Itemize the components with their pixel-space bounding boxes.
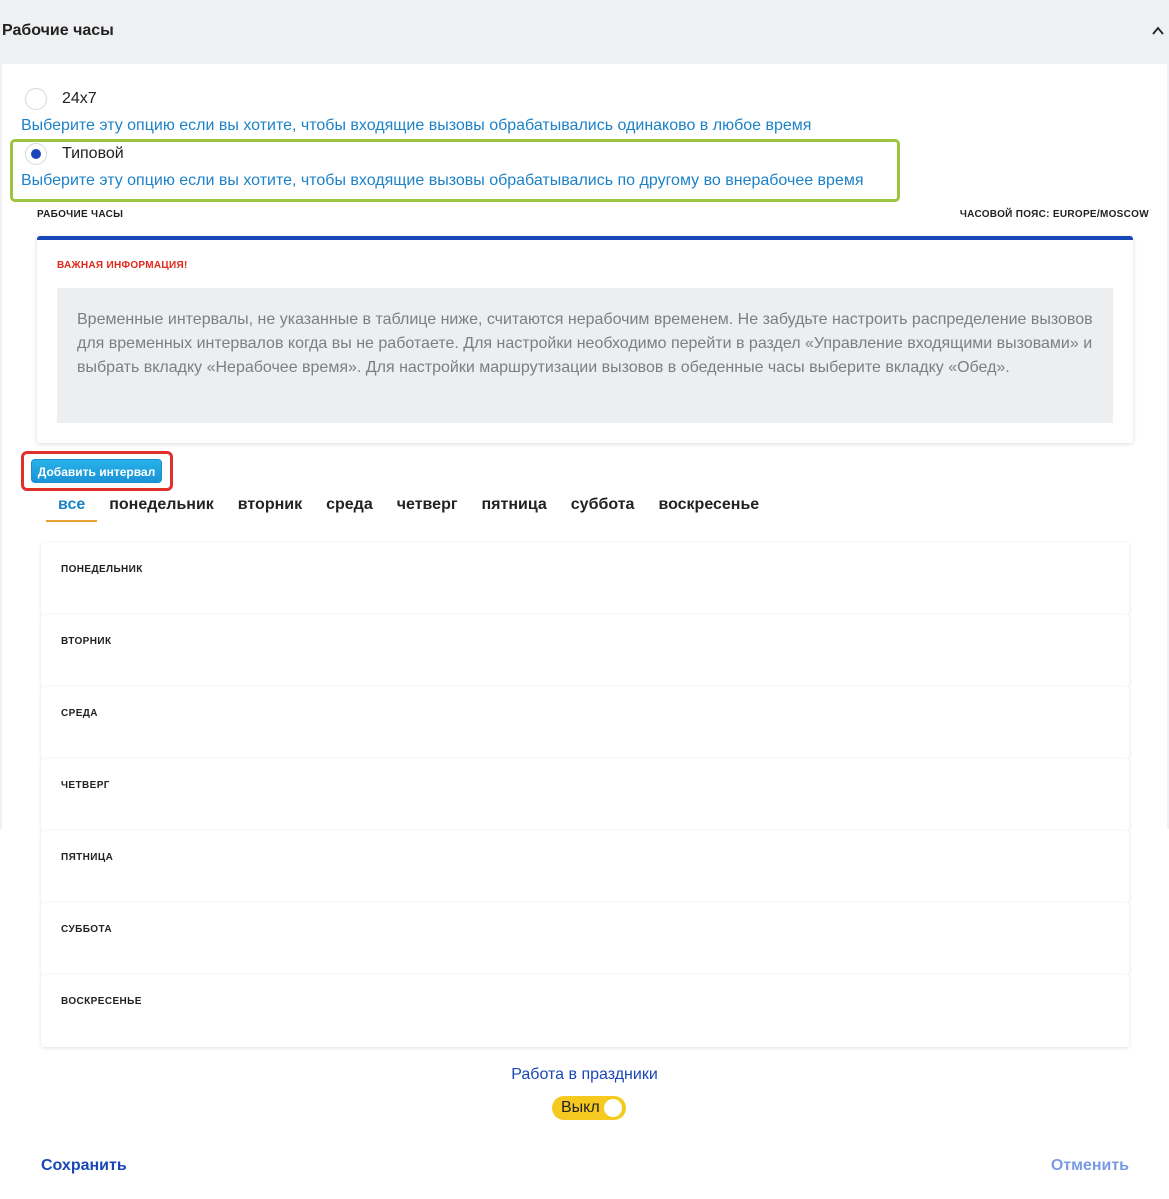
holidays-toggle[interactable]: Выкл [552, 1096, 626, 1120]
tab-tuesday[interactable]: вторник [238, 494, 302, 522]
radio-typical[interactable] [25, 143, 47, 165]
option-247-label: 24х7 [62, 90, 97, 107]
tab-friday[interactable]: пятница [482, 494, 547, 522]
toggle-state-text: Выкл [561, 1099, 600, 1116]
timezone-label: ЧАСОВОЙ ПОЯС: EUROPE/MOSCOW [959, 209, 1149, 220]
important-info-box: ВАЖНАЯ ИНФОРМАЦИЯ! Временные интервалы, … [37, 236, 1133, 443]
option-typical[interactable]: Типовой [25, 143, 124, 165]
option-247-hint: Выберите эту опцию если вы хотите, чтобы… [21, 117, 812, 134]
day-label: СУББОТА [61, 924, 112, 935]
save-button[interactable]: Сохранить [41, 1157, 127, 1175]
day-card-thursday: ЧЕТВЕРГ [41, 759, 1129, 831]
tab-wednesday[interactable]: среда [326, 494, 373, 522]
day-card-wednesday: СРЕДА [41, 687, 1129, 759]
chevron-up-icon[interactable] [1151, 24, 1165, 38]
section-title: Рабочие часы [2, 22, 114, 39]
tab-thursday[interactable]: четверг [397, 494, 458, 522]
day-label: ПЯТНИЦА [61, 852, 114, 863]
toggle-knob [604, 1099, 622, 1117]
day-label: ПОНЕДЕЛЬНИК [61, 564, 143, 575]
day-label: СРЕДА [61, 708, 98, 719]
cancel-button[interactable]: Отменить [1051, 1157, 1129, 1175]
day-card-friday: ПЯТНИЦА [41, 831, 1129, 903]
tab-monday[interactable]: понедельник [109, 494, 214, 522]
info-title: ВАЖНАЯ ИНФОРМАЦИЯ! [57, 260, 188, 271]
info-text: Временные интервалы, не указанные в табл… [57, 288, 1113, 423]
tab-all[interactable]: все [46, 494, 98, 522]
radio-247[interactable] [25, 88, 47, 110]
day-tabs: все понедельник вторник среда четверг пя… [46, 494, 783, 522]
day-card-tuesday: ВТОРНИК [41, 615, 1129, 687]
day-list: ПОНЕДЕЛЬНИК ВТОРНИК СРЕДА ЧЕТВЕРГ ПЯТНИЦ… [41, 543, 1129, 1047]
holidays-label: Работа в праздники [511, 1066, 658, 1083]
tab-sunday[interactable]: воскресенье [658, 494, 759, 522]
day-label: ЧЕТВЕРГ [61, 780, 110, 791]
add-interval-button[interactable]: Добавить интервал [31, 459, 162, 483]
schedule-title: РАБОЧИЕ ЧАСЫ [37, 209, 124, 220]
highlight-frame-typical [10, 139, 900, 202]
day-label: ВОСКРЕСЕНЬЕ [61, 996, 142, 1007]
tab-saturday[interactable]: суббота [571, 494, 635, 522]
section-header[interactable]: Рабочие часы [0, 0, 1169, 64]
day-label: ВТОРНИК [61, 636, 112, 647]
day-card-monday: ПОНЕДЕЛЬНИК [41, 543, 1129, 615]
option-typical-hint: Выберите эту опцию если вы хотите, чтобы… [21, 172, 864, 189]
option-247[interactable]: 24х7 [25, 88, 97, 110]
day-card-sunday: ВОСКРЕСЕНЬЕ [41, 975, 1129, 1047]
day-card-saturday: СУББОТА [41, 903, 1129, 975]
option-typical-label: Типовой [62, 145, 124, 162]
